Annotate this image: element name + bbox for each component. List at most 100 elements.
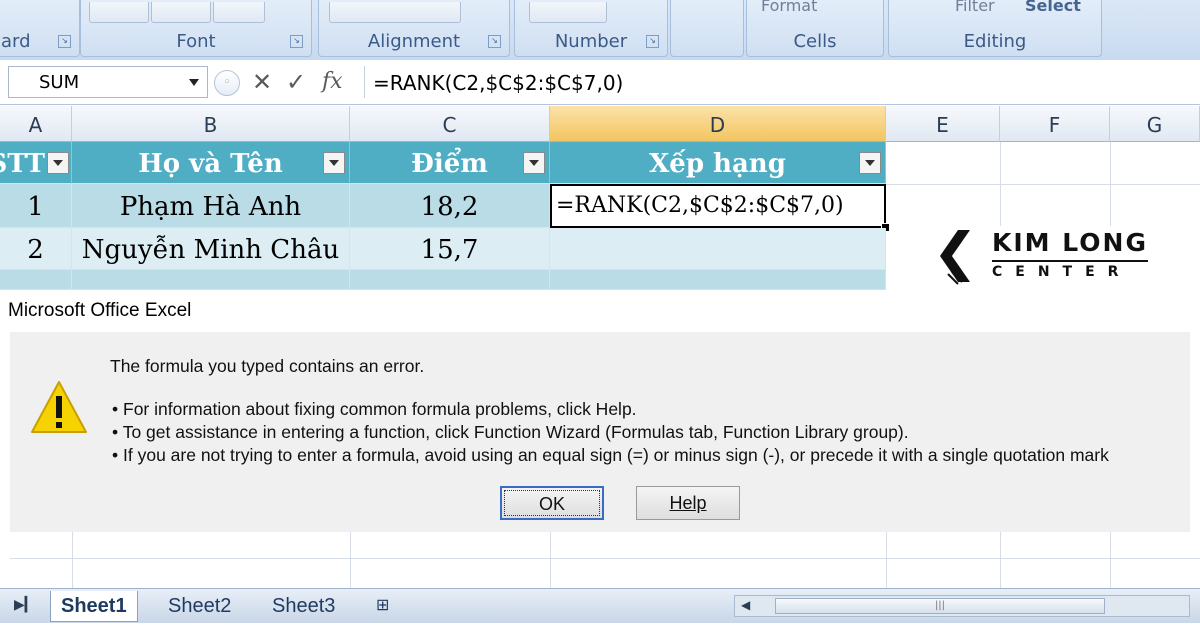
table-cell-partial[interactable] bbox=[72, 270, 350, 290]
kim-long-center-logo: KIM LONG CENTER bbox=[940, 228, 1150, 286]
error-dialog: The formula you typed contains an error.… bbox=[10, 332, 1190, 532]
ok-button[interactable]: OK bbox=[500, 486, 604, 520]
dialog-launcher-icon[interactable]: ↘ bbox=[646, 35, 659, 48]
sheet-tab-sheet2[interactable]: Sheet2 bbox=[158, 591, 241, 621]
help-button-label: Help bbox=[669, 493, 707, 513]
grid-line bbox=[886, 532, 887, 588]
font-control[interactable] bbox=[213, 2, 265, 23]
column-header-f[interactable]: F bbox=[1000, 106, 1110, 142]
header-cell-rank[interactable]: Xếp hạng bbox=[550, 142, 886, 184]
table-cell-partial[interactable] bbox=[0, 270, 72, 290]
bullet-item: • If you are not trying to enter a formu… bbox=[112, 445, 1109, 465]
formula-bar: SUM ◦ ✕ ✓ fx =RANK(C2,$C$2:$C$7,0) bbox=[0, 60, 1200, 105]
insert-sheet-icon[interactable]: ⊞ bbox=[366, 591, 399, 621]
column-header-b[interactable]: B bbox=[72, 106, 350, 142]
help-button[interactable]: Help bbox=[636, 486, 740, 520]
font-group: Font ↘ bbox=[80, 0, 312, 57]
formula-buttons: ◦ ✕ ✓ fx bbox=[214, 66, 356, 98]
table-cell-rank[interactable] bbox=[550, 228, 886, 270]
cells-group: Format Cells bbox=[746, 0, 884, 57]
last-sheet-nav-icon[interactable]: ▶▎ bbox=[14, 597, 36, 613]
table-cell-score[interactable]: 18,2 bbox=[350, 184, 550, 228]
table-cell-stt[interactable]: 2 bbox=[0, 228, 72, 270]
styles-group bbox=[670, 0, 744, 57]
enter-check-icon[interactable]: ✓ bbox=[286, 68, 306, 96]
font-group-label: Font bbox=[176, 31, 216, 52]
column-header-a[interactable]: A bbox=[0, 106, 72, 142]
dialog-launcher-icon[interactable]: ↘ bbox=[58, 35, 71, 48]
grid-line bbox=[72, 532, 73, 588]
number-group-label: Number bbox=[554, 31, 628, 52]
table-cell-score[interactable]: 15,7 bbox=[350, 228, 550, 270]
column-header-g[interactable]: G bbox=[1110, 106, 1200, 142]
warning-icon bbox=[31, 381, 87, 433]
indent-buttons[interactable] bbox=[329, 2, 461, 23]
name-box[interactable]: SUM bbox=[8, 66, 208, 98]
header-text-stt: STT bbox=[0, 149, 45, 179]
font-control[interactable] bbox=[89, 2, 149, 23]
select-button-partial[interactable]: Select bbox=[1025, 0, 1081, 15]
grid-line bbox=[350, 532, 351, 588]
filter-dropdown-icon[interactable] bbox=[523, 152, 545, 174]
grid-line bbox=[10, 558, 1200, 559]
column-header-c[interactable]: C bbox=[350, 106, 550, 142]
header-text-score: Điểm bbox=[411, 149, 488, 179]
chevron-down-icon[interactable] bbox=[189, 79, 199, 86]
grid-line bbox=[1000, 532, 1001, 588]
dialog-launcher-icon[interactable]: ↘ bbox=[290, 35, 303, 48]
scroll-left-icon[interactable]: ◀ bbox=[741, 598, 750, 612]
header-text-name: Họ và Tên bbox=[138, 149, 283, 179]
filter-dropdown-icon[interactable] bbox=[47, 152, 69, 174]
number-group: Number ↘ bbox=[514, 0, 668, 57]
logo-text-top: KIM LONG bbox=[992, 228, 1148, 257]
editing-group-label: Editing bbox=[963, 31, 1027, 52]
table-cell-partial[interactable] bbox=[550, 270, 886, 290]
grid-line bbox=[1110, 532, 1111, 588]
logo-text-bottom: CENTER bbox=[992, 264, 1132, 280]
editing-group: Filter Select Editing bbox=[888, 0, 1102, 57]
column-header-d[interactable]: D bbox=[550, 106, 886, 142]
scrollbar-thumb[interactable]: ||| bbox=[775, 598, 1105, 614]
bullet-item: • For information about fixing common fo… bbox=[112, 399, 637, 419]
sheet-tab-sheet1[interactable]: Sheet1 bbox=[50, 591, 138, 622]
format-button-partial[interactable]: Format bbox=[761, 0, 817, 15]
header-text-rank: Xếp hạng bbox=[649, 149, 786, 179]
table-cell-name[interactable]: Nguyễn Minh Châu bbox=[72, 228, 350, 270]
alignment-group: Alignment ↘ bbox=[318, 0, 510, 57]
error-message: The formula you typed contains an error. bbox=[110, 356, 425, 376]
help-bullets: • For information about fixing common fo… bbox=[112, 398, 1109, 467]
bullet-item: • To get assistance in entering a functi… bbox=[112, 422, 909, 442]
table-cell-partial[interactable] bbox=[350, 270, 550, 290]
insert-function-fx-icon[interactable]: fx bbox=[322, 68, 343, 96]
font-control[interactable] bbox=[151, 2, 211, 23]
sheet-tab-bar: ▶▎ Sheet1 Sheet2 Sheet3 ⊞ ◀ ||| bbox=[0, 588, 1200, 623]
header-cell-name[interactable]: Họ và Tên bbox=[72, 142, 350, 184]
filter-dropdown-icon[interactable] bbox=[323, 152, 345, 174]
dialog-title: Microsoft Office Excel bbox=[0, 290, 1200, 332]
name-box-value: SUM bbox=[39, 72, 80, 93]
header-cell-stt[interactable]: STT bbox=[0, 142, 72, 184]
clipboard-group: ard ↘ bbox=[0, 0, 80, 57]
worksheet-grid-bottom bbox=[10, 532, 1200, 588]
formula-input[interactable]: =RANK(C2,$C$2:$C$7,0) bbox=[364, 66, 1193, 98]
logo-mark-icon bbox=[940, 230, 974, 285]
grid-line bbox=[886, 184, 1200, 185]
cancel-icon[interactable]: ✕ bbox=[252, 68, 272, 96]
alignment-group-label: Alignment bbox=[367, 31, 461, 52]
ribbon: ard ↘ Font ↘ Alignment ↘ Number ↘ Format… bbox=[0, 0, 1200, 61]
filter-dropdown-icon[interactable] bbox=[859, 152, 881, 174]
dialog-launcher-icon[interactable]: ↘ bbox=[488, 35, 501, 48]
header-cell-score[interactable]: Điểm bbox=[350, 142, 550, 184]
table-cell-name[interactable]: Phạm Hà Anh bbox=[72, 184, 350, 228]
cells-group-label: Cells bbox=[793, 31, 837, 52]
horizontal-scrollbar[interactable]: ◀ ||| bbox=[734, 595, 1190, 617]
grid-line bbox=[550, 532, 551, 588]
logo-divider bbox=[992, 260, 1148, 262]
filter-button-partial[interactable]: Filter bbox=[955, 0, 995, 15]
active-cell-d2[interactable]: =RANK(C2,$C$2:$C$7,0) bbox=[550, 184, 886, 228]
decimal-buttons[interactable] bbox=[529, 2, 607, 23]
table-cell-stt[interactable]: 1 bbox=[0, 184, 72, 228]
sheet-tab-sheet3[interactable]: Sheet3 bbox=[262, 591, 345, 621]
column-header-e[interactable]: E bbox=[886, 106, 1000, 142]
expand-circle-icon[interactable]: ◦ bbox=[214, 70, 240, 96]
